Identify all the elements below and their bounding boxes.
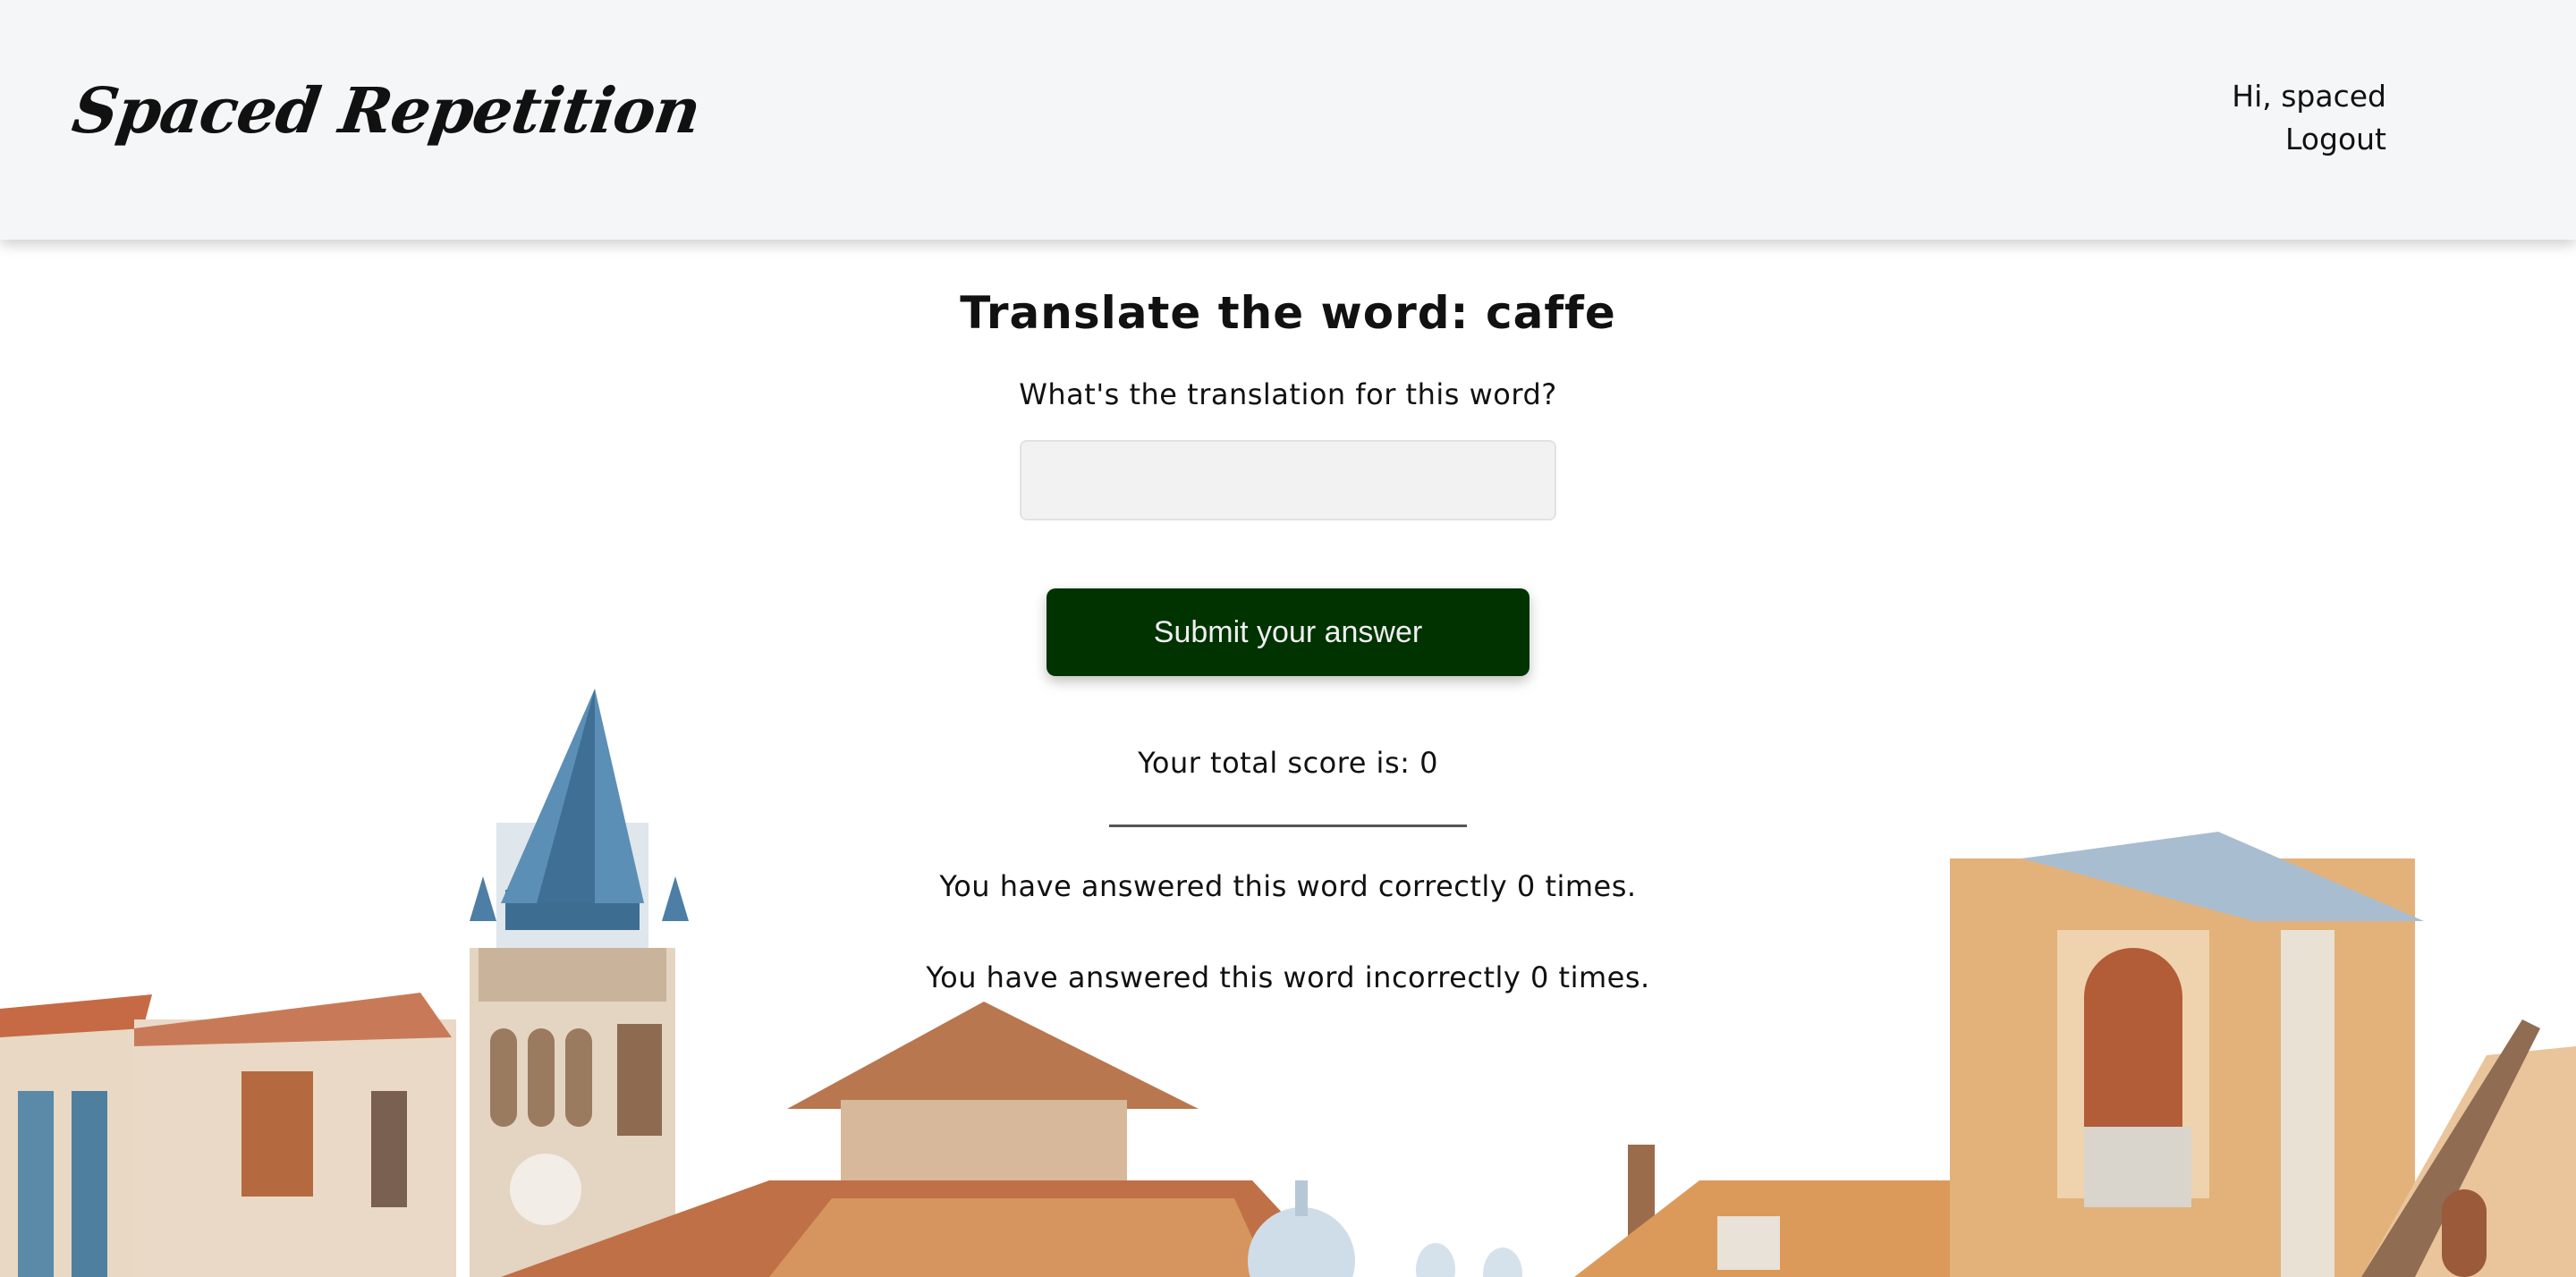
correct-count: You have answered this word correctly 0 …: [939, 869, 1637, 903]
word-heading-prefix: Translate the word:: [960, 287, 1470, 339]
user-menu: Hi, spaced Logout: [2232, 75, 2386, 161]
submit-answer-button[interactable]: Submit your answer: [1046, 588, 1530, 676]
app-logo[interactable]: Spaced Repetition: [68, 73, 705, 148]
translation-prompt: What's the translation for this word?: [1019, 377, 1557, 411]
divider: [1109, 825, 1467, 827]
total-score: Your total score is: 0: [1138, 746, 1438, 780]
site-header: Spaced Repetition Hi, spaced Logout: [0, 0, 2576, 240]
logout-link[interactable]: Logout: [2232, 118, 2386, 161]
word-heading: Translate the word: caffe: [0, 287, 2576, 339]
answer-input[interactable]: [1020, 440, 1556, 520]
incorrect-count: You have answered this word incorrectly …: [926, 960, 1650, 994]
word-to-translate: caffe: [1485, 287, 1616, 339]
user-greeting: Hi, spaced: [2232, 79, 2386, 114]
